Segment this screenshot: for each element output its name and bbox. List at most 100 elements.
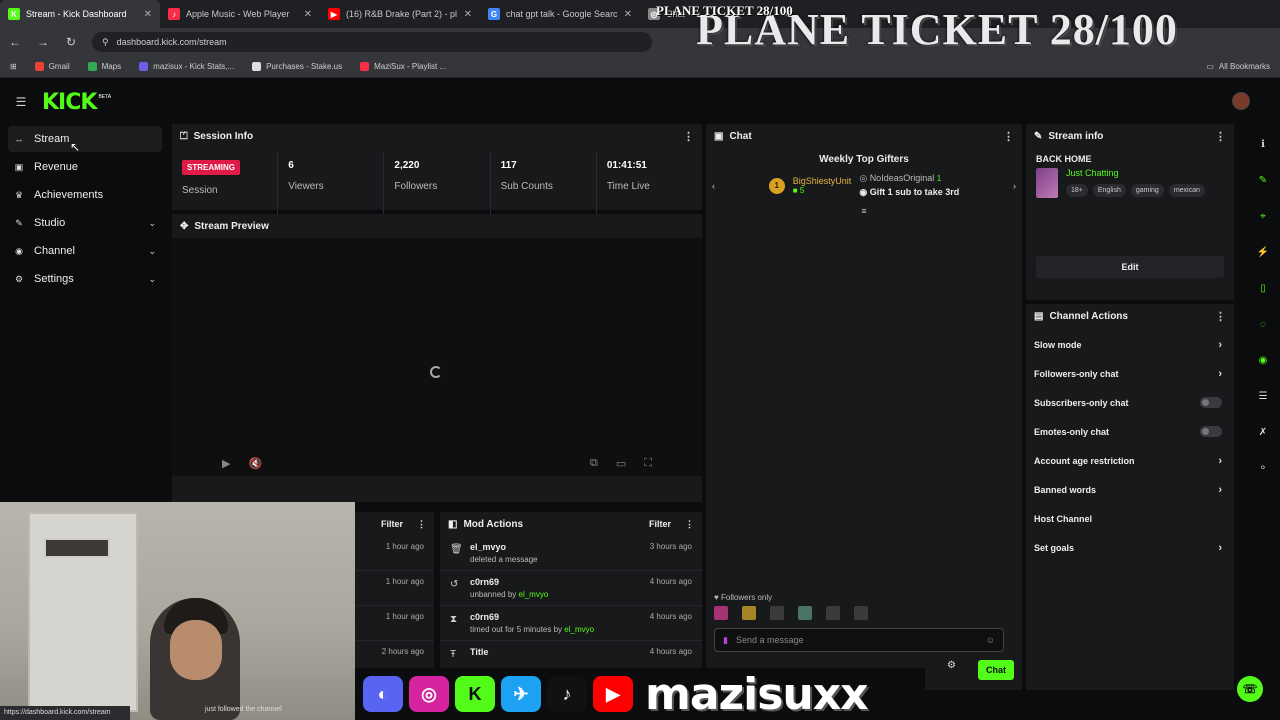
browser-tab[interactable]: ♪ Apple Music - Web Player ✕ bbox=[160, 0, 320, 28]
chevron-right-icon[interactable]: › bbox=[1218, 542, 1222, 554]
share-icon[interactable]: ⚬ bbox=[1253, 458, 1273, 478]
channel-action-followers-only-chat[interactable]: Followers-only chat › bbox=[1026, 359, 1234, 388]
emoji-icon[interactable]: ☺ bbox=[986, 635, 995, 645]
list-icon[interactable]: ☰ bbox=[1253, 386, 1273, 406]
channel-action-host-channel[interactable]: Host Channel bbox=[1026, 504, 1234, 533]
tab-close-icon[interactable]: ✕ bbox=[144, 9, 152, 20]
edit-stream-info-button[interactable]: Edit bbox=[1036, 256, 1224, 278]
site-info-icon[interactable]: ⚲ bbox=[102, 37, 109, 48]
gifter2-name[interactable]: NoIdeasOriginal bbox=[870, 173, 935, 183]
emote[interactable] bbox=[826, 606, 840, 620]
chat-bubble-icon[interactable]: ◌ bbox=[1253, 314, 1273, 334]
gifters-prev-icon[interactable]: ‹ bbox=[712, 181, 715, 191]
menu-icon[interactable]: ☰ bbox=[14, 95, 28, 109]
browser-tab[interactable]: Gchat gpt talk - Google Search ✕ bbox=[480, 0, 640, 28]
mod-menu-icon[interactable]: ⋮ bbox=[685, 519, 694, 530]
scroll-down-icon[interactable]: ≡ bbox=[706, 206, 1022, 216]
all-bookmarks-button[interactable]: ▭ All Bookmarks bbox=[1206, 62, 1270, 71]
emote[interactable] bbox=[714, 606, 728, 620]
support-chat-icon[interactable]: ☏ bbox=[1237, 676, 1263, 702]
target-icon[interactable]: ⌖ bbox=[1253, 206, 1273, 226]
chevron-right-icon[interactable]: › bbox=[1218, 368, 1222, 380]
mod-action-user[interactable]: c0rn69 bbox=[470, 612, 640, 622]
chevron-down-icon[interactable]: ⌄ bbox=[148, 274, 156, 285]
fullscreen-icon[interactable]: ⛶ bbox=[644, 457, 652, 470]
chevron-right-icon[interactable]: › bbox=[1218, 455, 1222, 467]
chevron-down-icon[interactable]: ⌄ bbox=[148, 218, 156, 229]
mod-action-user[interactable]: el_mvyo bbox=[470, 542, 640, 552]
tab-close-icon[interactable]: ✕ bbox=[624, 9, 632, 20]
channel-action-subscribers-only-chat[interactable]: Subscribers-only chat bbox=[1026, 388, 1234, 417]
apps-icon[interactable]: ⊞ bbox=[10, 62, 17, 71]
wrench-icon[interactable]: ✗ bbox=[1253, 422, 1273, 442]
stream-info-menu-icon[interactable]: ⋮ bbox=[1215, 130, 1226, 143]
emote[interactable] bbox=[770, 606, 784, 620]
mod-action-user[interactable]: c0rn69 bbox=[470, 577, 640, 587]
mod-action-by[interactable]: el_mvyo bbox=[519, 590, 549, 599]
category-name[interactable]: Just Chatting bbox=[1066, 168, 1205, 178]
preview-video[interactable]: ▶ 🔇 ⧉ ▭ ⛶ bbox=[172, 238, 702, 476]
bookmark-item[interactable]: Purchases - Stake.us bbox=[252, 62, 342, 71]
gifters-next-icon[interactable]: › bbox=[1013, 181, 1016, 191]
activity-filter-button[interactable]: Filter bbox=[381, 519, 403, 530]
sidebar-item-stream[interactable]: ↔ Stream bbox=[8, 126, 162, 152]
reload-icon[interactable]: ↻ bbox=[64, 35, 78, 49]
mute-icon[interactable]: 🔇 bbox=[248, 457, 262, 470]
theater-icon[interactable]: ▭ bbox=[616, 457, 626, 470]
mod-filter-button[interactable]: Filter bbox=[649, 519, 671, 530]
address-bar[interactable]: ⚲ dashboard.kick.com/stream bbox=[92, 32, 652, 52]
stream-tag[interactable]: gaming bbox=[1130, 184, 1164, 197]
forward-icon[interactable]: → bbox=[36, 35, 50, 49]
pip-icon[interactable]: ⧉ bbox=[590, 457, 598, 470]
user-avatar[interactable] bbox=[1232, 92, 1250, 110]
bookmark-item[interactable]: Maps bbox=[87, 62, 121, 71]
sidebar-item-settings[interactable]: ⚙ Settings ⌄ bbox=[8, 266, 162, 292]
chevron-right-icon[interactable]: › bbox=[1218, 339, 1222, 351]
channel-action-account-age-restriction[interactable]: Account age restriction › bbox=[1026, 446, 1234, 475]
chat-menu-icon[interactable]: ⋮ bbox=[1003, 130, 1014, 143]
chat-message-input[interactable]: ▮ Send a message ☺ bbox=[714, 628, 1004, 652]
channel-actions-menu-icon[interactable]: ⋮ bbox=[1215, 310, 1226, 323]
info-icon[interactable]: ℹ bbox=[1253, 134, 1273, 154]
chat-send-button[interactable]: Chat bbox=[978, 660, 1014, 680]
kick-logo[interactable]: KICK bbox=[42, 90, 97, 115]
session-menu-icon[interactable]: ⋮ bbox=[683, 130, 694, 143]
sidebar-item-revenue[interactable]: ▣ Revenue bbox=[8, 154, 162, 180]
channel-action-banned-words[interactable]: Banned words › bbox=[1026, 475, 1234, 504]
activity-menu-icon[interactable]: ⋮ bbox=[417, 519, 426, 530]
pencil-icon[interactable]: ✎ bbox=[1253, 170, 1273, 190]
tab-close-icon[interactable]: ✕ bbox=[304, 9, 312, 20]
toggle-switch[interactable] bbox=[1200, 426, 1222, 437]
play-icon[interactable]: ▶ bbox=[222, 457, 230, 470]
emote[interactable] bbox=[798, 606, 812, 620]
back-icon[interactable]: ← bbox=[8, 35, 22, 49]
bookmark-item[interactable]: Gmail bbox=[34, 62, 70, 71]
broadcast-icon[interactable]: ◉ bbox=[1253, 350, 1273, 370]
browser-tab[interactable]: ▶ (16) R&B Drake (Part 2) - pl ✕ bbox=[320, 0, 480, 28]
mod-action-user[interactable]: Title bbox=[470, 647, 640, 657]
emote[interactable] bbox=[742, 606, 756, 620]
document-icon[interactable]: ▯ bbox=[1253, 278, 1273, 298]
channel-action-slow-mode[interactable]: Slow mode › bbox=[1026, 330, 1234, 359]
browser-tab[interactable]: K Stream - Kick Dashboard ✕ bbox=[0, 0, 160, 28]
stream-tag[interactable]: mexican bbox=[1168, 184, 1205, 197]
channel-action-set-goals[interactable]: Set goals › bbox=[1026, 533, 1234, 562]
chevron-down-icon[interactable]: ⌄ bbox=[148, 246, 156, 257]
sidebar-item-channel[interactable]: ◉ Channel ⌄ bbox=[8, 238, 162, 264]
channel-action-emotes-only-chat[interactable]: Emotes-only chat bbox=[1026, 417, 1234, 446]
sidebar-item-achievements[interactable]: ♛ Achievements bbox=[8, 182, 162, 208]
tab-close-icon[interactable]: ✕ bbox=[464, 9, 472, 20]
gifter-name[interactable]: BigShiestyUnit bbox=[793, 176, 852, 186]
bookmark-item[interactable]: mazisux - Kick Stats,... bbox=[139, 62, 234, 71]
stream-tag[interactable]: English bbox=[1092, 184, 1126, 197]
bookmark-item[interactable]: MaziSux - Playlist ... bbox=[360, 62, 446, 71]
chevron-right-icon[interactable]: › bbox=[1218, 484, 1222, 496]
toggle-switch[interactable] bbox=[1200, 397, 1222, 408]
stream-tag[interactable]: 18+ bbox=[1066, 184, 1088, 197]
chat-settings-icon[interactable]: ⚙ bbox=[947, 660, 956, 671]
gift-prompt[interactable]: Gift 1 sub to take 3rd bbox=[870, 187, 960, 197]
sidebar-item-studio[interactable]: ✎ Studio ⌄ bbox=[8, 210, 162, 236]
mod-action-by[interactable]: el_mvyo bbox=[564, 625, 594, 634]
lightning-icon[interactable]: ⚡ bbox=[1253, 242, 1273, 262]
emote[interactable] bbox=[854, 606, 868, 620]
